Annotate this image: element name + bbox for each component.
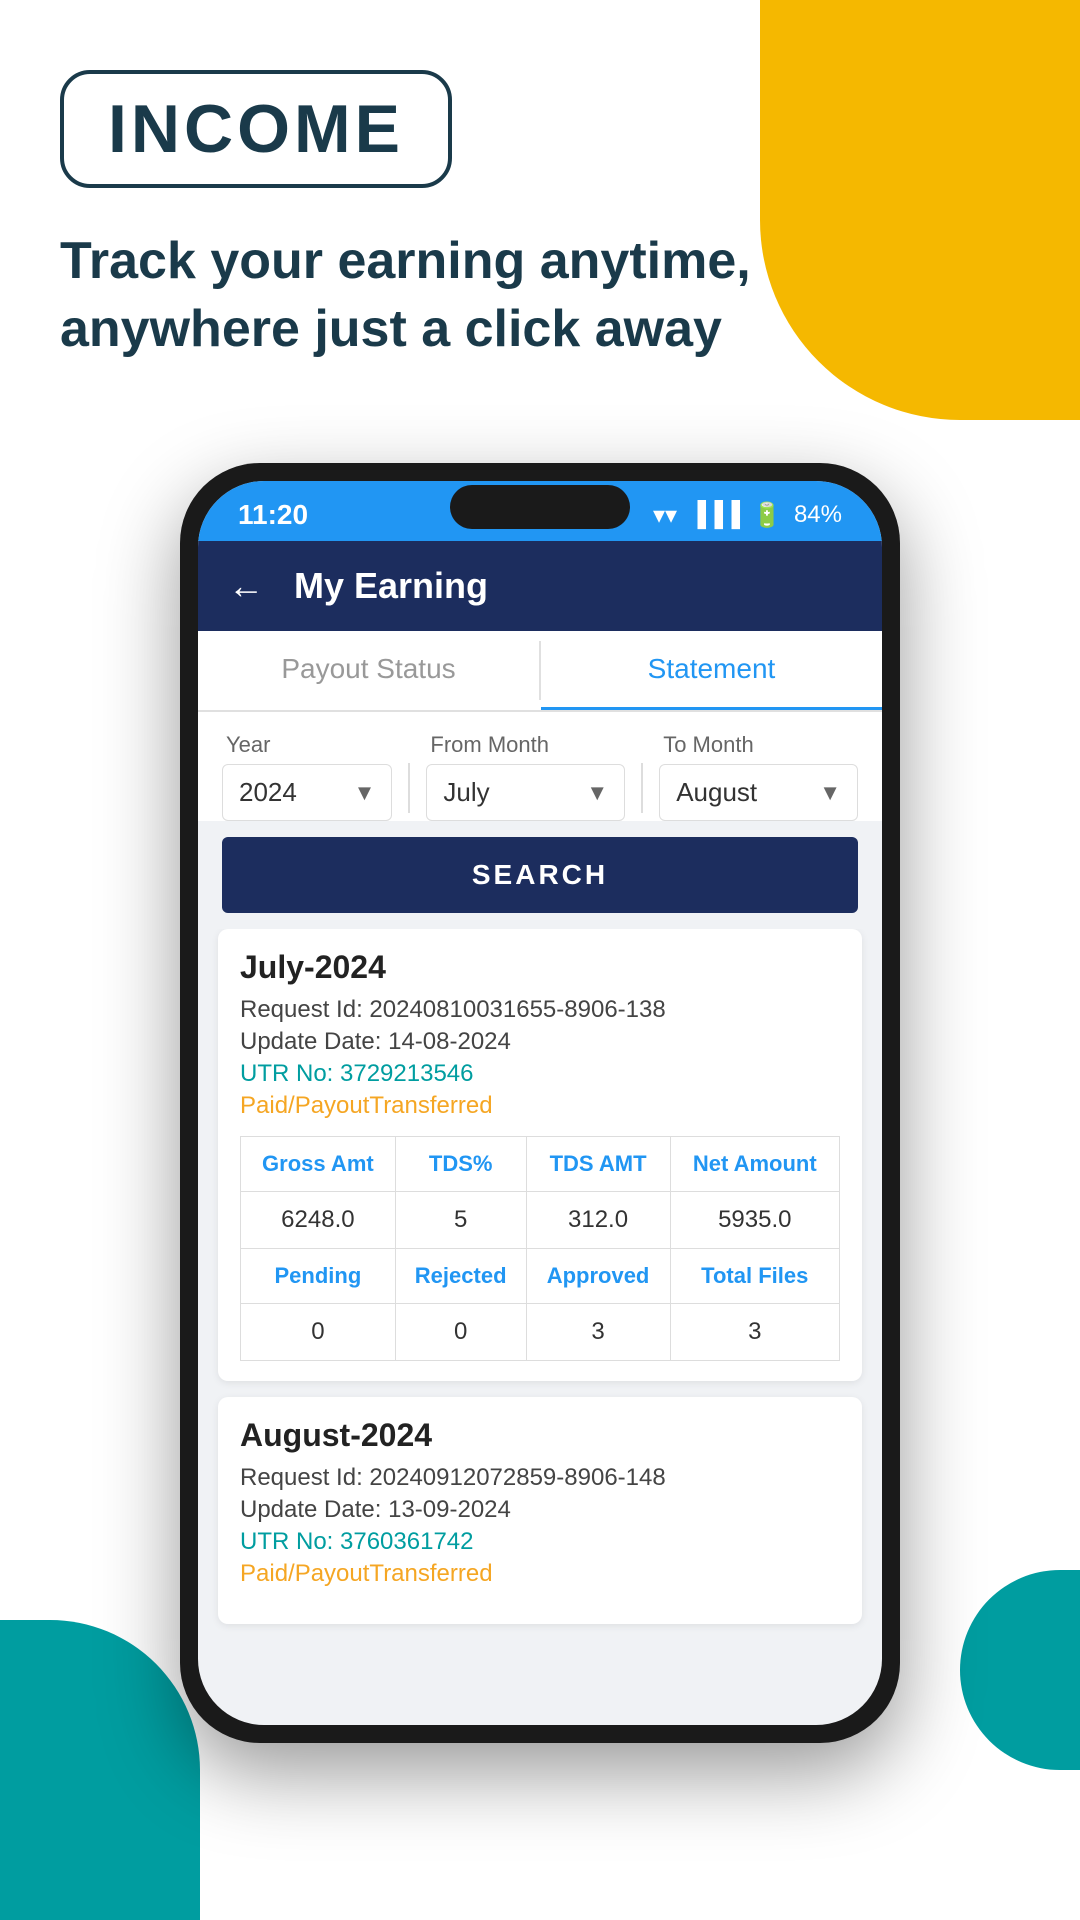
col-total-files: Total Files [670, 1249, 839, 1304]
to-month-filter-group: To Month August ▼ [659, 732, 858, 821]
col-rejected: Rejected [395, 1249, 526, 1304]
year-filter-group: Year 2024 ▼ [222, 732, 392, 821]
cell-net-amount: 5935.0 [670, 1192, 839, 1249]
to-month-value: August [676, 777, 757, 808]
cell-gross-amt: 6248.0 [241, 1192, 396, 1249]
to-month-label: To Month [659, 732, 858, 758]
card-utr-july: UTR No: 3729213546 [240, 1060, 840, 1088]
cell-rejected: 0 [395, 1304, 526, 1361]
col-tds-amt: TDS AMT [526, 1137, 670, 1192]
from-month-select[interactable]: July ▼ [426, 764, 625, 821]
tabs-container: Payout Status Statement [198, 631, 882, 712]
col-approved: Approved [526, 1249, 670, 1304]
status-time: 11:20 [238, 499, 308, 531]
year-label: Year [222, 732, 392, 758]
filter-section: Year 2024 ▼ From Month July ▼ [198, 712, 882, 821]
filter-row: Year 2024 ▼ From Month July ▼ [222, 732, 858, 821]
table-header-row-1: Gross Amt TDS% TDS AMT Net Amount [241, 1137, 840, 1192]
table-data-row-2: 0 0 3 3 [241, 1304, 840, 1361]
col-net-amount: Net Amount [670, 1137, 839, 1192]
table-data-row-1: 6248.0 5 312.0 5935.0 [241, 1192, 840, 1249]
status-icons: ▾▾ ▐▐▐ 🔋 84% [653, 501, 842, 530]
earning-card-july-2024: July-2024 Request Id: 20240810031655-890… [218, 929, 862, 1381]
cell-pending: 0 [241, 1304, 396, 1361]
year-value: 2024 [239, 777, 297, 808]
filter-vertical-divider-1 [408, 763, 410, 813]
earnings-list: July-2024 Request Id: 20240810031655-890… [198, 929, 882, 1725]
from-month-value: July [443, 777, 489, 808]
card-status-july: Paid/PayoutTransferred [240, 1092, 840, 1120]
back-button[interactable]: ← [228, 565, 264, 607]
from-month-dropdown-arrow: ▼ [586, 780, 608, 806]
battery-icon: 🔋 [752, 501, 782, 530]
cell-total-files: 3 [670, 1304, 839, 1361]
app-title: My Earning [294, 565, 488, 607]
filter-vertical-divider-2 [641, 763, 643, 813]
table-header-row-2: Pending Rejected Approved Total Files [241, 1249, 840, 1304]
col-pending: Pending [241, 1249, 396, 1304]
card-period-august: August-2024 [240, 1417, 840, 1454]
earnings-table-july: Gross Amt TDS% TDS AMT Net Amount 6248.0… [240, 1136, 840, 1361]
tab-payout-status[interactable]: Payout Status [198, 631, 539, 710]
card-request-id-august: Request Id: 20240912072859-8906-148 [240, 1464, 840, 1492]
from-month-filter-group: From Month July ▼ [426, 732, 625, 821]
income-title: INCOME [108, 91, 404, 167]
card-period-july: July-2024 [240, 949, 840, 986]
header-section: INCOME Track your earning anytime, anywh… [0, 0, 1080, 403]
battery-percent: 84% [794, 501, 842, 529]
col-gross-amt: Gross Amt [241, 1137, 396, 1192]
card-update-date-july: Update Date: 14-08-2024 [240, 1028, 840, 1056]
search-button[interactable]: SEARCH [222, 837, 858, 913]
dynamic-island [450, 485, 630, 529]
to-month-select[interactable]: August ▼ [659, 764, 858, 821]
card-status-august: Paid/PayoutTransferred [240, 1560, 840, 1588]
to-month-dropdown-arrow: ▼ [819, 780, 841, 806]
col-tds-percent: TDS% [395, 1137, 526, 1192]
year-select[interactable]: 2024 ▼ [222, 764, 392, 821]
year-dropdown-arrow: ▼ [354, 780, 376, 806]
app-bar: ← My Earning [198, 541, 882, 631]
signal-icon: ▐▐▐ [689, 501, 740, 529]
card-utr-august: UTR No: 3760361742 [240, 1528, 840, 1556]
cell-tds-percent: 5 [395, 1192, 526, 1249]
cell-approved: 3 [526, 1304, 670, 1361]
card-request-id-july: Request Id: 20240810031655-8906-138 [240, 996, 840, 1024]
tab-statement[interactable]: Statement [541, 631, 882, 710]
card-update-date-august: Update Date: 13-09-2024 [240, 1496, 840, 1524]
phone-frame: 11:20 ▾▾ ▐▐▐ 🔋 84% ← My Earning Payout S… [180, 463, 900, 1743]
phone-screen: 11:20 ▾▾ ▐▐▐ 🔋 84% ← My Earning Payout S… [198, 481, 882, 1725]
income-badge: INCOME [60, 70, 452, 188]
wifi-icon: ▾▾ [653, 501, 677, 530]
from-month-label: From Month [426, 732, 625, 758]
earning-card-august-2024: August-2024 Request Id: 20240912072859-8… [218, 1397, 862, 1624]
cell-tds-amt: 312.0 [526, 1192, 670, 1249]
tagline-text: Track your earning anytime, anywhere jus… [60, 228, 760, 363]
phone-container: 11:20 ▾▾ ▐▐▐ 🔋 84% ← My Earning Payout S… [0, 463, 1080, 1743]
